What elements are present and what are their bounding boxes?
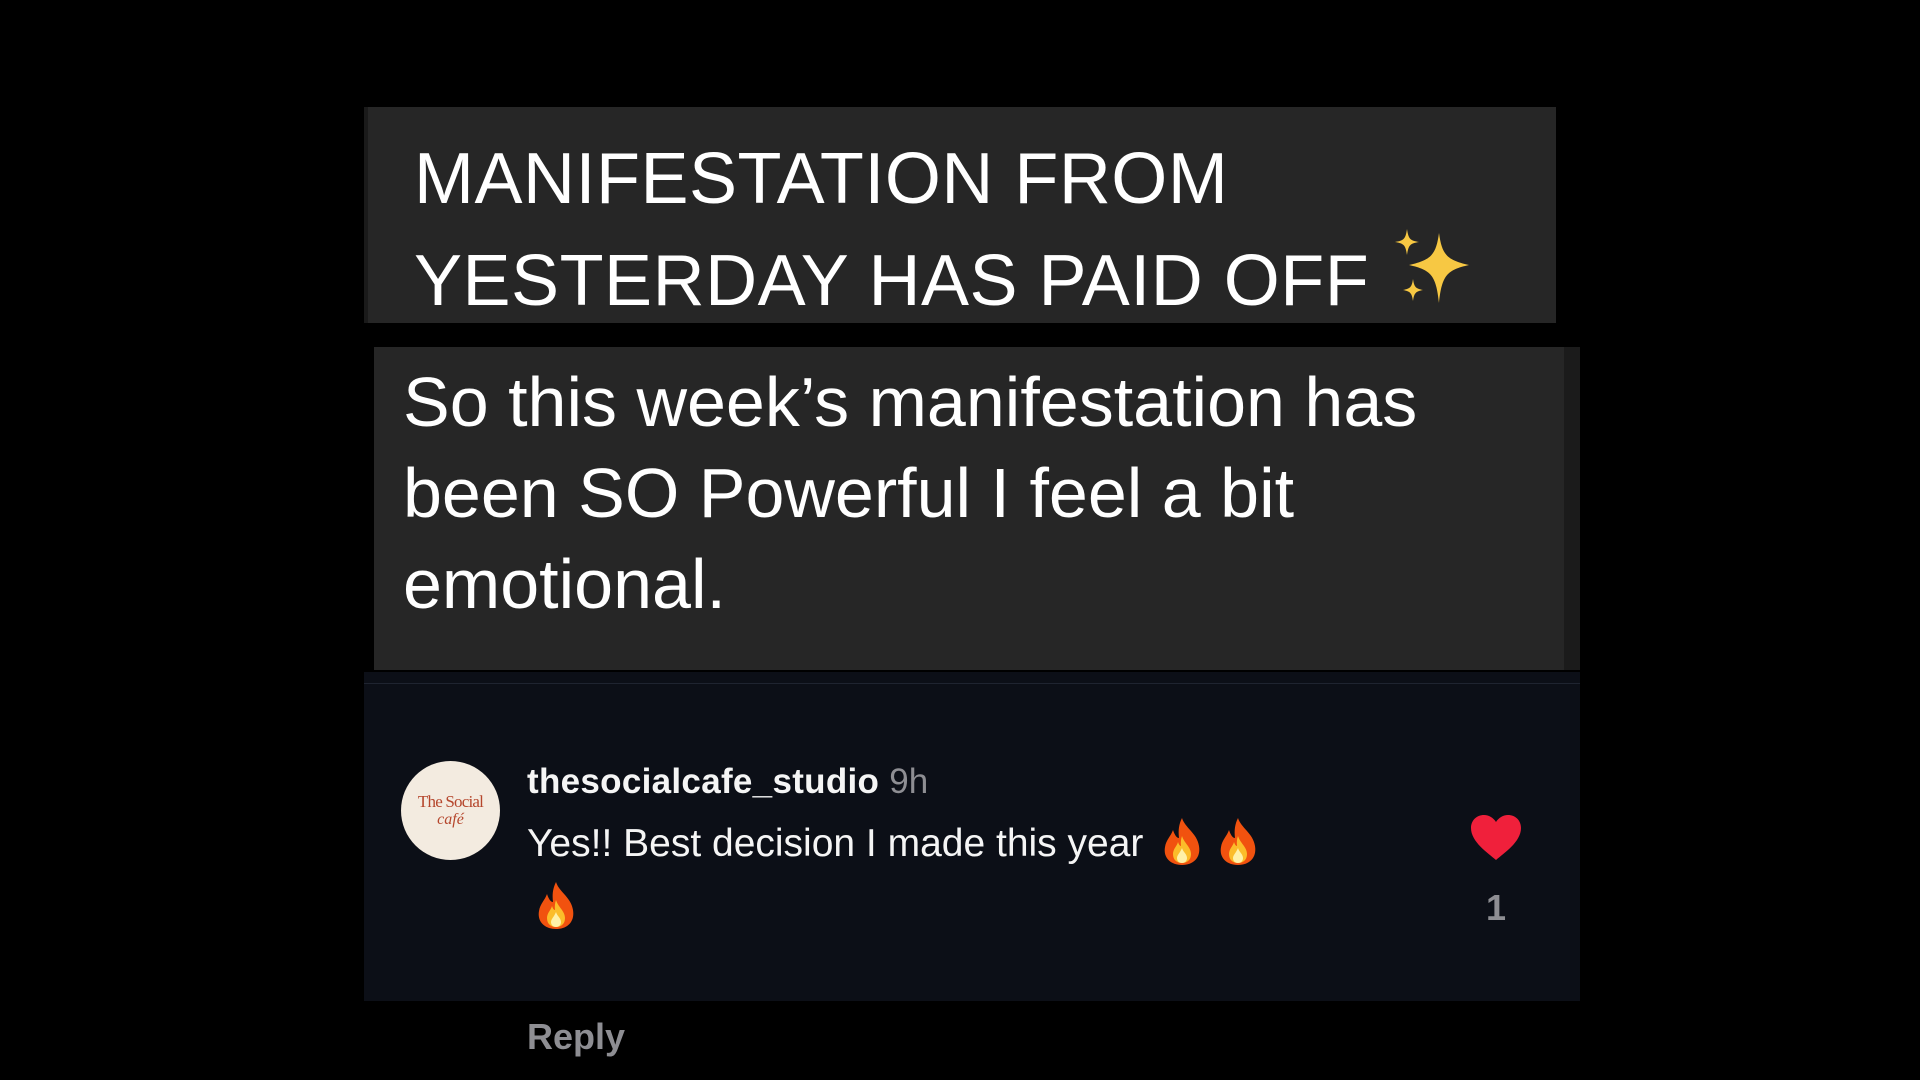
comment-header: thesocialcafe_studio 9h [527,760,1407,804]
body-text: So this week’s manifestation has been SO… [403,363,1418,623]
sparkles-icon [1389,227,1473,335]
reply-button[interactable]: Reply [527,1015,625,1059]
username-link[interactable]: thesocialcafe_studio [527,762,879,801]
fire-icon [1215,816,1261,880]
svg-text:The Social: The Social [418,792,484,811]
comment-text-content: Yes!! Best decision I made this year [527,822,1144,865]
fire-icon [1159,816,1205,880]
headline-label: MANIFESTATION FROM YESTERDAY HAS PAID OF… [414,139,1370,321]
heart-icon [1471,815,1521,860]
avatar[interactable]: The Social café [401,761,500,860]
the-social-cafe-logo: The Social café [418,792,485,828]
headline-text: MANIFESTATION FROM YESTERDAY HAS PAID OF… [414,131,1516,335]
like-count: 1 [1485,887,1507,928]
comment-timestamp: 9h [889,762,929,801]
comment-divider [364,683,1580,684]
screenshot-stage: MANIFESTATION FROM YESTERDAY HAS PAID OF… [0,0,1920,1080]
body-card-edge [1564,347,1580,670]
like-button[interactable] [1468,812,1524,864]
comment-body: thesocialcafe_studio 9h Yes!! Best decisi… [527,760,1407,1057]
body-card: So this week’s manifestation has been SO… [374,347,1564,670]
headline-card: MANIFESTATION FROM YESTERDAY HAS PAID OF… [364,107,1556,323]
svg-text:café: café [437,811,465,828]
comment-panel: The Social café thesocialcafe_studio 9h Y… [364,672,1580,1057]
comment-text: Yes!! Best decision I made this year [527,816,1407,944]
fire-icon [533,880,579,944]
